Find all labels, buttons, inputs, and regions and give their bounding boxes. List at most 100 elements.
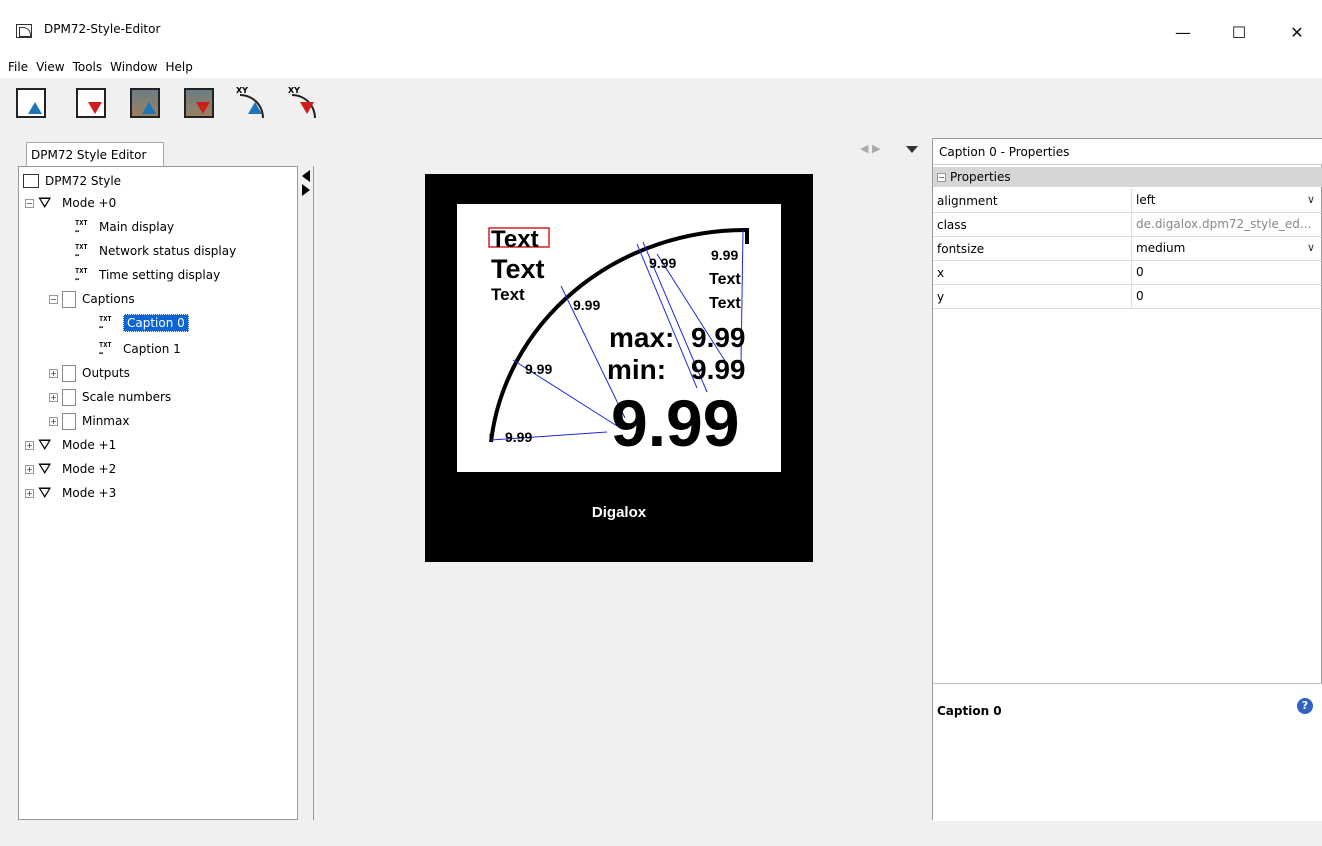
scale-number[interactable]: 9.99 [573, 298, 600, 312]
download-image-button[interactable] [182, 86, 218, 122]
collapse-icon[interactable]: − [49, 294, 58, 304]
tree-label: Network status display [99, 244, 237, 258]
properties-title: Caption 0 - Properties [933, 139, 1322, 165]
y-input[interactable]: 0 [1131, 285, 1321, 308]
caption-1-text[interactable]: Text [491, 256, 545, 283]
download-xy-button[interactable]: XY [286, 86, 322, 122]
collapse-icon[interactable]: − [937, 172, 946, 182]
status-text[interactable]: Text [709, 272, 741, 288]
tree-label: Mode +1 [62, 438, 117, 452]
x-input[interactable]: 0 [1131, 261, 1321, 284]
tree-label-selected: Caption 0 [123, 314, 189, 332]
caption-0-text[interactable]: Text [491, 228, 539, 252]
tree-item-mode3[interactable]: + ⛛ Mode +3 [25, 483, 116, 503]
tree-label: Caption 1 [123, 342, 181, 356]
tree-label: Mode +2 [62, 462, 117, 476]
expand-icon[interactable]: + [49, 416, 58, 426]
property-row: alignment left ∨ [933, 189, 1322, 213]
help-icon[interactable]: ? [1297, 698, 1313, 714]
maximize-button[interactable]: ☐ [1216, 18, 1262, 46]
expand-icon[interactable]: + [25, 488, 34, 498]
tree-item-minmax[interactable]: + Minmax [49, 411, 129, 431]
text-element-icon: TXT ↔ [75, 243, 88, 259]
chevron-down-icon[interactable]: ∨ [1307, 241, 1315, 254]
upload-xy-button[interactable]: XY [234, 86, 270, 122]
property-row: x 0 [933, 261, 1322, 285]
max-label[interactable]: max: [609, 324, 674, 352]
tree-item-mode2[interactable]: + ⛛ Mode +2 [25, 459, 116, 479]
properties-group[interactable]: − Properties [933, 167, 1322, 187]
text-element-icon: TXT ↔ [99, 341, 112, 357]
max-value[interactable]: 9.99 [691, 324, 746, 352]
property-row: class de.digalox.dpm72_style_ed... [933, 213, 1322, 237]
expand-icon[interactable]: + [49, 368, 58, 378]
tree-label: Scale numbers [82, 390, 172, 404]
download-style-button[interactable] [74, 86, 110, 122]
expand-icon[interactable]: + [25, 464, 34, 474]
min-label[interactable]: min: [607, 356, 666, 384]
mode-icon: ⛛ [38, 193, 52, 212]
caption-text[interactable]: Text [491, 286, 525, 303]
fontsize-select[interactable]: medium ∨ [1131, 237, 1321, 260]
tree-item-outputs[interactable]: + Outputs [49, 363, 130, 383]
upload-arrow-icon [28, 102, 42, 114]
tree-label: Mode +3 [62, 486, 117, 500]
tree-item-captions[interactable]: − Captions [49, 289, 135, 309]
expand-icon[interactable]: + [49, 392, 58, 402]
property-key: x [937, 266, 945, 280]
class-value: de.digalox.dpm72_style_ed... [1131, 213, 1321, 236]
tree-item-scale-numbers[interactable]: + Scale numbers [49, 387, 171, 407]
menu-window[interactable]: Window [106, 60, 161, 74]
tree-item-caption0[interactable]: TXT ↔ Caption 0 [99, 313, 189, 333]
tree-item-mode0[interactable]: − ⛛ Mode +0 [25, 193, 116, 213]
device-preview: Text Text Text Text Text 9.99 9.99 9.99 … [425, 174, 813, 562]
menu-view[interactable]: View [32, 60, 68, 74]
style-tree[interactable]: DPM72 Style − ⛛ Mode +0 TXT ↔ Main displa… [18, 166, 298, 820]
tab-style-editor[interactable]: DPM72 Style Editor [26, 142, 164, 166]
tree-item-network-status[interactable]: TXT ↔ Network status display [75, 241, 236, 261]
main-display-value[interactable]: 9.99 [611, 390, 739, 456]
tree-label: Mode +0 [62, 196, 117, 210]
nav-arrows-icon[interactable]: ◀ ▶ [860, 142, 880, 155]
panel-splitter[interactable] [298, 166, 314, 820]
tree-label: DPM72 Style [45, 174, 122, 188]
menu-file[interactable]: File [4, 60, 32, 74]
expand-icon[interactable]: + [25, 440, 34, 450]
expand-right-icon[interactable] [302, 184, 310, 196]
tree-item-time-setting[interactable]: TXT ↔ Time setting display [75, 265, 220, 285]
tree-item-root[interactable]: DPM72 Style [23, 171, 121, 191]
toolbar: XY XY [0, 78, 1322, 134]
tree-item-main-display[interactable]: TXT ↔ Main display [75, 217, 174, 237]
chevron-down-icon[interactable]: ∨ [1307, 193, 1315, 206]
scale-number[interactable]: 9.99 [505, 430, 532, 444]
collapse-icon[interactable]: − [25, 198, 34, 208]
document-icon [62, 388, 76, 406]
upload-image-button[interactable] [128, 86, 164, 122]
tree-item-mode1[interactable]: + ⛛ Mode +1 [25, 435, 116, 455]
menu-bar: File View Tools Window Help [0, 56, 1322, 78]
document-icon [62, 364, 76, 382]
property-value: medium [1136, 241, 1186, 255]
window-title: DPM72-Style-Editor [44, 22, 161, 36]
menu-tools[interactable]: Tools [69, 60, 107, 74]
download-arrow-icon [300, 102, 314, 114]
status-text[interactable]: Text [709, 296, 741, 312]
text-element-icon: TXT ↔ [99, 315, 112, 331]
display-screen[interactable]: Text Text Text Text Text 9.99 9.99 9.99 … [457, 204, 781, 472]
tree-item-caption1[interactable]: TXT ↔ Caption 1 [99, 339, 181, 359]
scale-number[interactable]: 9.99 [711, 248, 738, 262]
minimize-button[interactable]: — [1160, 18, 1206, 46]
chevron-down-icon[interactable] [906, 146, 918, 153]
scale-number[interactable]: 9.99 [525, 362, 552, 376]
group-label: Properties [950, 170, 1011, 184]
text-element-icon: TXT ↔ [75, 219, 88, 235]
upload-style-button[interactable] [14, 86, 50, 122]
tree-label: Minmax [82, 414, 130, 428]
alignment-select[interactable]: left ∨ [1131, 189, 1321, 212]
collapse-left-icon[interactable] [302, 170, 310, 182]
menu-help[interactable]: Help [161, 60, 196, 74]
min-value[interactable]: 9.99 [691, 356, 746, 384]
close-button[interactable]: ✕ [1274, 18, 1320, 46]
scale-number[interactable]: 9.99 [649, 256, 676, 270]
property-key: y [937, 290, 945, 304]
